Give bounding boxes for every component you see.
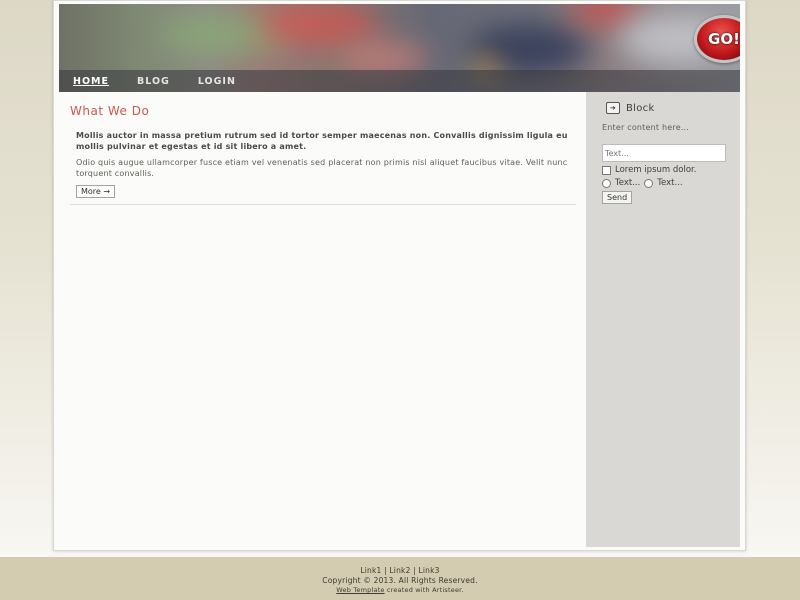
- nav-item-login[interactable]: LOGIN: [184, 76, 250, 87]
- checkbox-row: Lorem ipsum dolor.: [602, 165, 696, 175]
- radio-label-2: Text...: [657, 178, 683, 188]
- text-input[interactable]: [602, 144, 726, 162]
- radio-label-1: Text...: [615, 178, 641, 188]
- footer-credit-text: created with Artisteer.: [384, 586, 464, 594]
- footer-copyright: Copyright © 2013. All Rights Reserved.: [322, 576, 478, 585]
- block-content-text: Enter content here...: [602, 123, 690, 132]
- content-divider: [70, 204, 576, 205]
- footer-credit-link[interactable]: Web Template: [336, 586, 384, 594]
- radio-row: Text... Text...: [602, 178, 687, 188]
- post-body: Odio quis augue ullamcorper fusce etiam …: [76, 158, 568, 178]
- checkbox[interactable]: [602, 165, 611, 175]
- footer: Link1 | Link2 | Link3 Copyright © 2013. …: [0, 557, 800, 600]
- main-content: What We Do Mollis auctor in massa pretiu…: [70, 104, 576, 198]
- header-banner: GO! HOME BLOG LOGIN: [59, 4, 740, 92]
- block-title: Block: [626, 102, 655, 114]
- footer-link-3[interactable]: Link3: [418, 566, 439, 575]
- more-button[interactable]: More →: [76, 185, 116, 198]
- main-nav: HOME BLOG LOGIN: [59, 70, 740, 92]
- checkbox-label: Lorem ipsum dolor.: [615, 165, 697, 175]
- banner-blur-red2: [569, 4, 639, 24]
- footer-links: Link1 | Link2 | Link3: [0, 566, 800, 575]
- footer-link-1[interactable]: Link1: [360, 566, 381, 575]
- block-header: ➔ Block: [606, 102, 655, 114]
- sidebar: ➔ Block Enter content here... Lorem ipsu…: [586, 92, 740, 547]
- radio-option-2[interactable]: [644, 178, 654, 188]
- logo-text: GO!: [708, 30, 740, 48]
- send-button[interactable]: Send: [602, 191, 633, 204]
- footer-separator: |: [384, 566, 387, 575]
- footer-credit: Web Template created with Artisteer.: [0, 586, 800, 594]
- post-lead: Mollis auctor in massa pretium rutrum se…: [76, 131, 568, 151]
- post-title: What We Do: [70, 104, 150, 118]
- radio-option-1[interactable]: [602, 178, 611, 188]
- footer-separator: |: [413, 566, 416, 575]
- nav-item-home[interactable]: HOME: [59, 76, 123, 87]
- arrow-right-icon: ➔: [606, 102, 620, 114]
- banner-blur-red: [259, 4, 379, 44]
- footer-link-2[interactable]: Link2: [389, 566, 410, 575]
- nav-item-blog[interactable]: BLOG: [123, 76, 184, 87]
